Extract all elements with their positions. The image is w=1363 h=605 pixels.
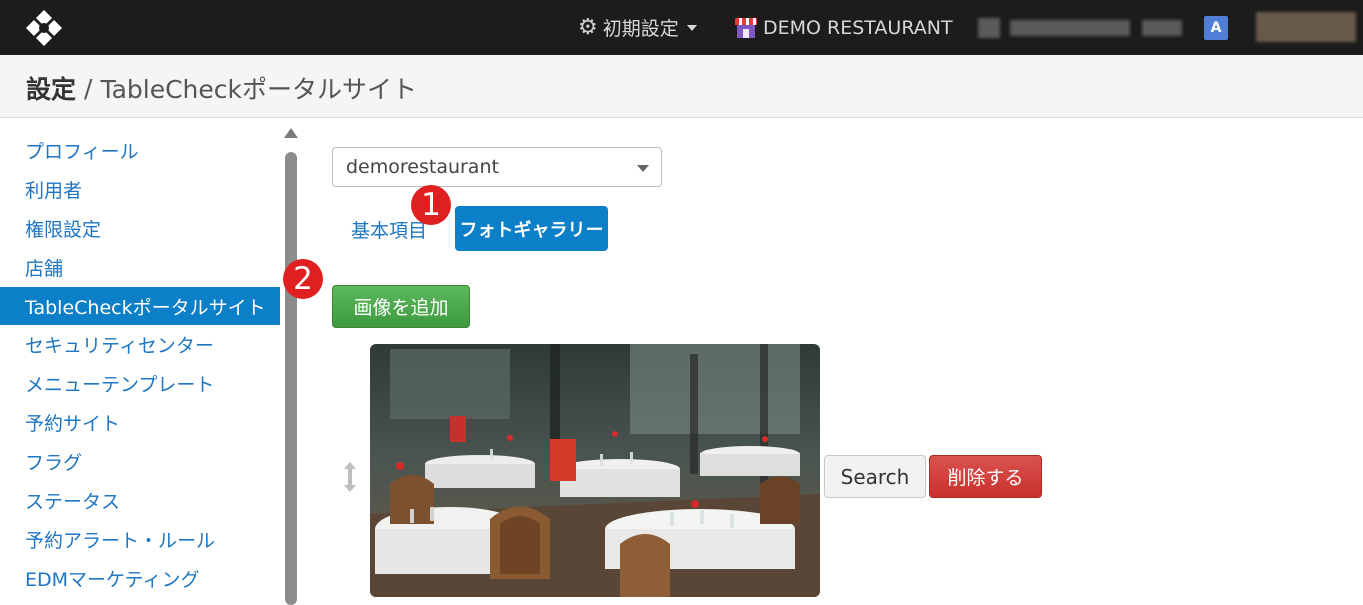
sidebar-item-shops[interactable]: 店舗 (0, 249, 280, 285)
sidebar-item-edm-marketing[interactable]: EDMマーケティング (0, 560, 280, 596)
sidebar-scrollbar[interactable] (284, 122, 298, 605)
breadcrumb: 設定 / TableCheckポータルサイト (26, 70, 417, 106)
sidebar-item-users[interactable]: 利用者 (0, 171, 280, 207)
sidebar-item-permissions[interactable]: 権限設定 (0, 210, 280, 246)
sidebar-item-flags[interactable]: フラグ (0, 443, 280, 479)
tab-photo-gallery[interactable]: フォトギャラリー (455, 206, 608, 251)
delete-image-button[interactable]: 削除する (929, 455, 1042, 498)
top-navbar: ⚙ 初期設定 DEMO RESTAURANT A (0, 0, 1363, 55)
chevron-down-icon (686, 24, 697, 31)
page-title: TableCheckポータルサイト (100, 75, 418, 104)
scroll-up-icon[interactable] (284, 128, 298, 138)
sidebar-item-profile[interactable]: プロフィール (0, 132, 280, 168)
translate-icon[interactable]: A (1204, 16, 1228, 40)
redacted-user-info (1010, 20, 1130, 36)
search-button[interactable]: Search (824, 455, 926, 498)
annotation-marker-2: 2 (283, 259, 323, 299)
settings-dropdown[interactable]: ⚙ 初期設定 (578, 0, 697, 55)
restaurant-name: DEMO RESTAURANT (763, 16, 953, 39)
sidebar-item-booking-alert-rules[interactable]: 予約アラート・ルール (0, 521, 280, 557)
sidebar-item-menu-templates[interactable]: メニューテンプレート (0, 365, 280, 401)
sidebar-item-booking-sites[interactable]: 予約サイト (0, 404, 280, 440)
add-image-button[interactable]: 画像を追加 (332, 285, 470, 328)
gear-icon: ⚙ (578, 15, 598, 40)
redacted-user-avatar[interactable] (1256, 12, 1356, 42)
sidebar-item-security-center[interactable]: セキュリティセンター (0, 326, 280, 362)
shop-select-value: demorestaurant (346, 156, 499, 178)
breadcrumb-separator: / (84, 73, 93, 103)
annotation-marker-1: 1 (411, 185, 451, 225)
shop-select[interactable]: demorestaurant (332, 147, 662, 187)
redacted-user-info (1142, 20, 1182, 36)
store-icon (735, 17, 757, 38)
settings-dropdown-label: 初期設定 (602, 18, 679, 40)
scrollbar-thumb[interactable] (285, 152, 297, 605)
sidebar-item-statuses[interactable]: ステータス (0, 482, 280, 518)
sidebar-item-portal-site[interactable]: TableCheckポータルサイト (0, 287, 280, 325)
gallery-photo-restaurant (370, 344, 820, 597)
tablecheck-logo-icon[interactable] (24, 8, 64, 48)
restaurant-switcher[interactable]: DEMO RESTAURANT (735, 0, 953, 55)
redacted-user-info (978, 18, 1000, 38)
settings-sidebar: プロフィール 利用者 権限設定 店舗 TableCheckポータルサイト セキュ… (0, 118, 280, 605)
tab-basic-info[interactable]: 基本項目 (351, 216, 427, 243)
chevron-down-icon (637, 165, 649, 172)
drag-handle-icon[interactable] (340, 461, 360, 493)
breadcrumb-root[interactable]: 設定 (26, 70, 76, 106)
